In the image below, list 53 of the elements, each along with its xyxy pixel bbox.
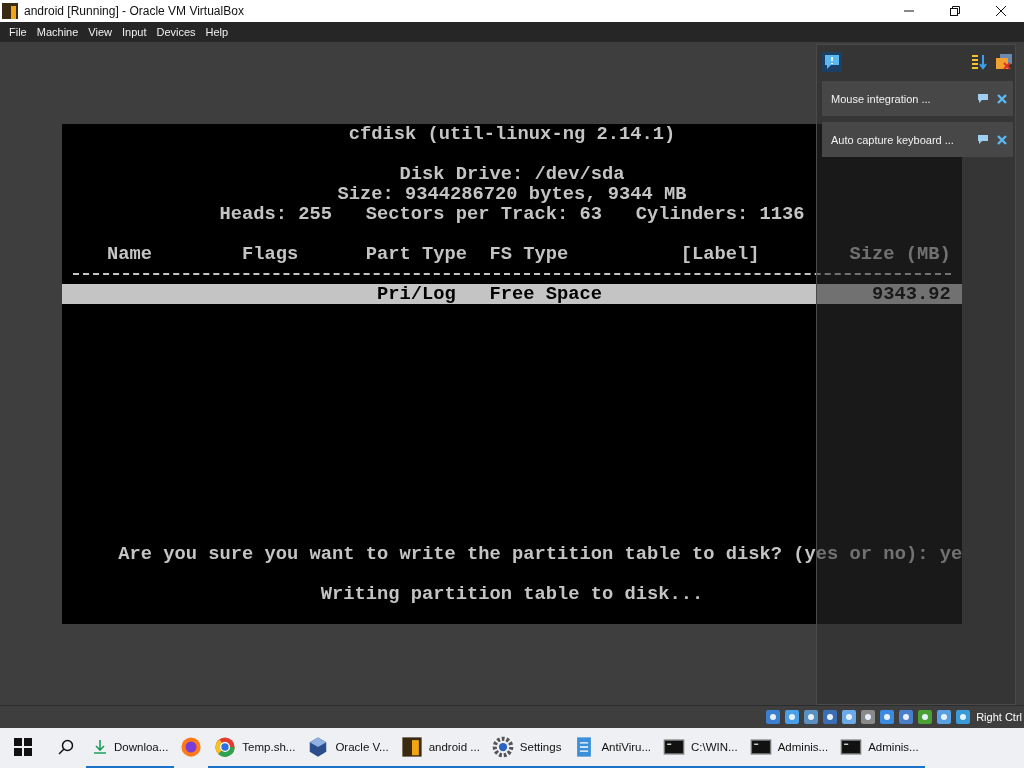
taskbar-button[interactable]: Temp.sh... xyxy=(208,728,302,768)
ring-browser-icon[interactable] xyxy=(214,736,237,758)
console-icon[interactable] xyxy=(840,736,863,758)
host-key-label: Right Ctrl xyxy=(976,711,1022,723)
column-header: Name xyxy=(107,244,153,264)
menu-item[interactable]: Devices xyxy=(151,26,201,38)
taskbar-button[interactable]: Oracle V... xyxy=(301,728,395,768)
close-icon xyxy=(996,6,1006,16)
notification-text: Auto capture keyboard ... xyxy=(831,133,955,146)
window-title: android [Running] - Oracle VM VirtualBox xyxy=(24,4,245,18)
menu-item[interactable]: File xyxy=(4,26,32,38)
column-header: FS Type xyxy=(489,244,570,264)
gear-icon[interactable] xyxy=(491,736,514,758)
console-icon[interactable] xyxy=(663,736,686,758)
console-icon[interactable] xyxy=(749,736,772,758)
table-cell-text: Pri/Log xyxy=(376,284,457,304)
taskbar-button[interactable]: Downloa... xyxy=(86,728,175,768)
column-header: Flags xyxy=(242,244,300,264)
disk-info: Size: 9344286720 bytes, 9344 MB xyxy=(337,183,687,205)
close-icon[interactable] xyxy=(997,134,1007,145)
message-icon[interactable] xyxy=(822,52,842,72)
restore-icon xyxy=(950,6,960,16)
close-icon[interactable] xyxy=(997,93,1007,104)
status-text: Writing partition table to disk... xyxy=(320,583,704,605)
table-cell-text: Free Space xyxy=(489,284,604,304)
app-icon[interactable] xyxy=(400,736,423,758)
column-header: [Label] xyxy=(680,244,761,264)
taskbar-button[interactable]: Settings xyxy=(485,728,568,768)
windows-logo-icon xyxy=(14,738,32,756)
taskbar-button[interactable]: Adminis... xyxy=(834,728,925,768)
download-icon[interactable] xyxy=(92,739,108,755)
partition-row[interactable]: Pri/Log Free Space 9343.92 xyxy=(62,284,962,304)
disk-info: Heads: 255 Sectors per Track: 63 Cylinders: 1136 xyxy=(219,203,805,225)
column-header: Size (MB) xyxy=(849,244,951,264)
menu-item[interactable]: Input xyxy=(116,26,152,38)
taskbar-button[interactable]: C:\WIN... xyxy=(657,728,744,768)
fox-browser-icon[interactable] xyxy=(180,736,203,758)
taskbar-button[interactable]: android ... xyxy=(394,728,486,768)
sort-icon[interactable] xyxy=(971,54,987,70)
column-header: Part Type xyxy=(365,244,469,264)
app-icon xyxy=(2,3,18,19)
disk-info: Disk Drive: /dev/sda xyxy=(399,163,625,185)
menu-item[interactable]: Help xyxy=(200,26,234,38)
table-cell-text: 9343.92 xyxy=(871,284,951,304)
taskbar-button[interactable]: Adminis... xyxy=(743,728,835,768)
prompt-text: Are you sure you want to write the partition table to disk? (yes or no): ye xyxy=(118,543,963,565)
menu-item[interactable]: View xyxy=(83,26,117,38)
close-all-icon[interactable] xyxy=(995,53,1013,71)
program-title: cfdisk (util-linux-ng 2.14.1) xyxy=(348,123,676,145)
taskbar-button[interactable]: AntiViru... xyxy=(567,728,658,768)
notification-text: Mouse integration ... xyxy=(831,92,932,105)
search-icon xyxy=(58,739,74,755)
menu-item[interactable]: Machine xyxy=(31,26,84,38)
